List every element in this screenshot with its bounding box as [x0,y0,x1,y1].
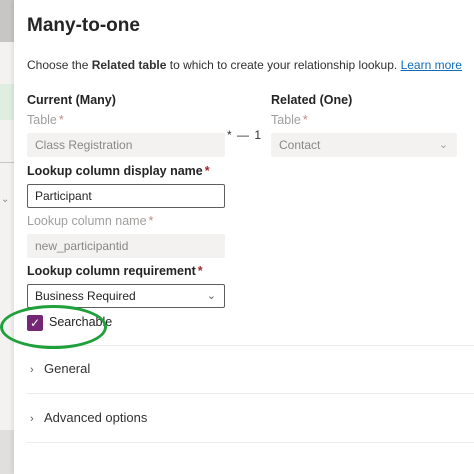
chevron-right-icon: › [30,364,34,376]
advanced-options-toggle[interactable]: › Advanced options [30,410,147,425]
description-bold: Related table [91,58,167,72]
general-section-toggle[interactable]: › General [30,361,90,376]
column-name-value: new_participantid [35,239,129,253]
related-table-label-text: Table [271,113,301,127]
display-name-label-text: Lookup column display name [27,164,203,178]
requirement-label: Lookup column requirement * [27,264,203,278]
section-divider [27,442,474,443]
description-prefix: Choose the [27,58,92,72]
required-marker: * [302,113,308,127]
required-marker: * [148,214,154,228]
related-heading: Related (One) [271,93,353,107]
background-block [0,84,14,120]
related-table-dropdown: Contact ⌄ [271,133,457,157]
relationship-connector: * — 1 [227,128,263,142]
panel-description: Choose the Related table to which to cre… [27,58,462,72]
current-table-label-text: Table [27,113,57,127]
advanced-options-label: Advanced options [44,410,148,425]
related-table-label: Table * [271,113,308,127]
required-marker: * [204,164,210,178]
background-divider [0,162,14,163]
background-block [0,430,14,474]
related-table-value: Contact [279,138,321,152]
chevron-down-icon: ⌄ [1,194,10,205]
background-block [0,0,14,42]
display-name-input[interactable]: Participant [27,184,225,208]
column-name-label: Lookup column name * [27,214,153,228]
column-name-label-text: Lookup column name [27,214,147,228]
section-divider [27,393,474,394]
section-divider [27,345,474,346]
description-suffix: to which to create your relationship loo… [166,58,398,72]
general-section-label: General [44,361,91,376]
chevron-down-icon: ⌄ [206,290,216,302]
required-marker: * [58,113,64,127]
current-heading: Current (Many) [27,93,116,107]
background-app-strip: ⌄ [0,0,14,474]
chevron-right-icon: › [30,413,34,425]
display-name-value: Participant [35,189,92,203]
requirement-value: Business Required [35,289,136,303]
panel-title: Many-to-one [27,15,140,36]
current-table-label: Table * [27,113,64,127]
relationship-panel: Many-to-one Choose the Related table to … [14,0,474,474]
chevron-down-icon: ⌄ [438,139,448,151]
highlight-annotation-circle [0,305,107,349]
display-name-label: Lookup column display name * [27,164,210,178]
current-table-value: Class Registration [35,138,133,152]
learn-more-link[interactable]: Learn more [401,58,462,72]
requirement-label-text: Lookup column requirement [27,264,196,278]
required-marker: * [197,264,203,278]
column-name-field: new_participantid [27,234,225,258]
current-table-field: Class Registration [27,133,225,157]
